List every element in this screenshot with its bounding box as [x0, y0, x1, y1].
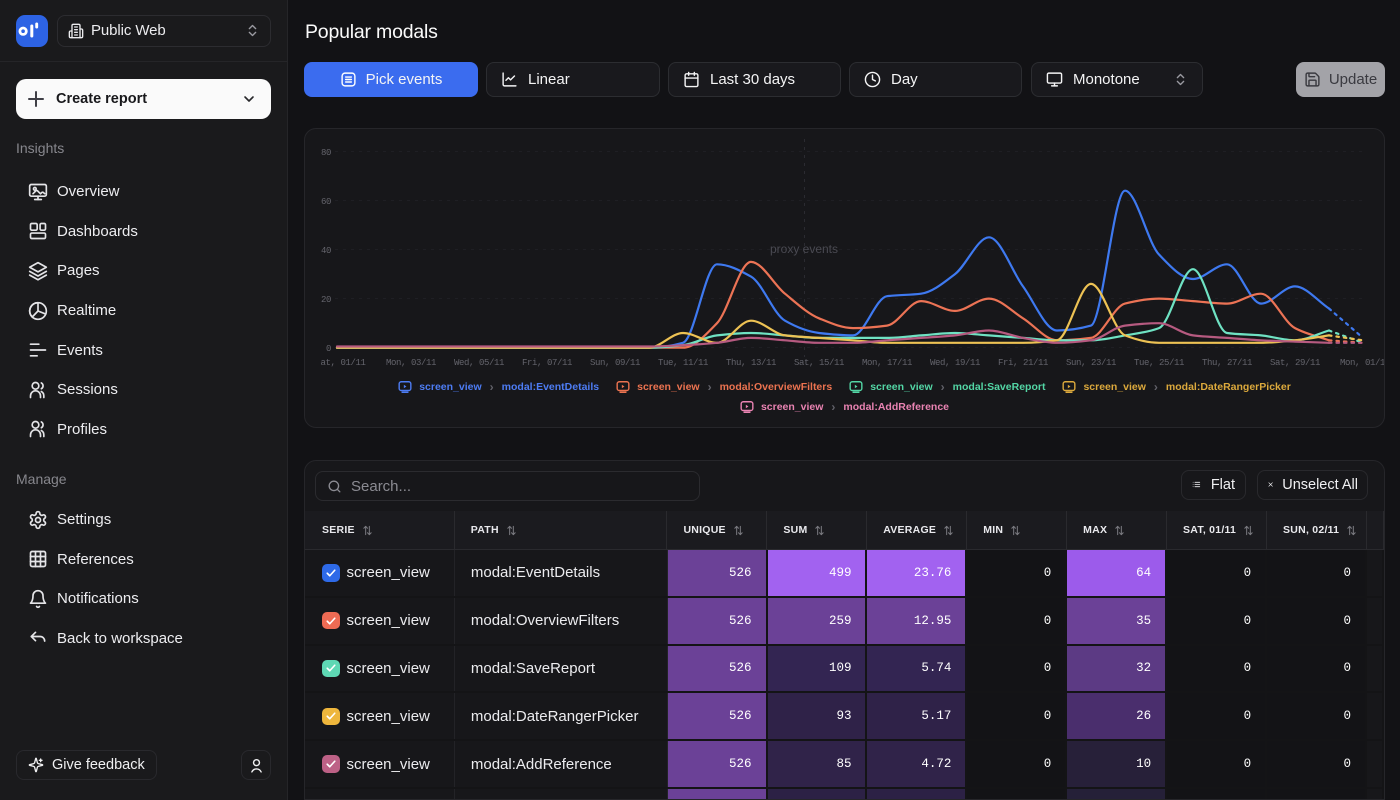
svg-text:Sun, 09/11: Sun, 09/11 [590, 358, 640, 368]
svg-text:Sat, 15/11: Sat, 15/11 [794, 358, 844, 368]
svg-text:60: 60 [321, 197, 331, 207]
svg-text:Sat, 29/11: Sat, 29/11 [1270, 358, 1320, 368]
svg-text:Thu, 13/11: Thu, 13/11 [726, 358, 776, 368]
svg-text:40: 40 [321, 246, 331, 256]
svg-text:Tue, 11/11: Tue, 11/11 [658, 358, 708, 368]
svg-text:Mon, 03/11: Mon, 03/11 [386, 358, 436, 368]
svg-text:80: 80 [321, 148, 331, 158]
svg-text:Tue, 25/11: Tue, 25/11 [1134, 358, 1184, 368]
svg-text:0: 0 [326, 344, 331, 354]
svg-text:Fri, 07/11: Fri, 07/11 [522, 358, 572, 368]
svg-text:Mon, 17/11: Mon, 17/11 [862, 358, 912, 368]
svg-text:Wed, 19/11: Wed, 19/11 [930, 358, 980, 368]
svg-text:Sun, 23/11: Sun, 23/11 [1066, 358, 1116, 368]
svg-text:Mon, 01/12: Mon, 01/12 [1340, 358, 1385, 368]
svg-text:Thu, 27/11: Thu, 27/11 [1202, 358, 1252, 368]
svg-text:proxy events: proxy events [770, 242, 838, 256]
svg-text:Wed, 05/11: Wed, 05/11 [454, 358, 504, 368]
svg-text:Fri, 21/11: Fri, 21/11 [998, 358, 1048, 368]
svg-text:at, 01/11: at, 01/11 [320, 358, 365, 368]
svg-text:20: 20 [321, 295, 331, 305]
